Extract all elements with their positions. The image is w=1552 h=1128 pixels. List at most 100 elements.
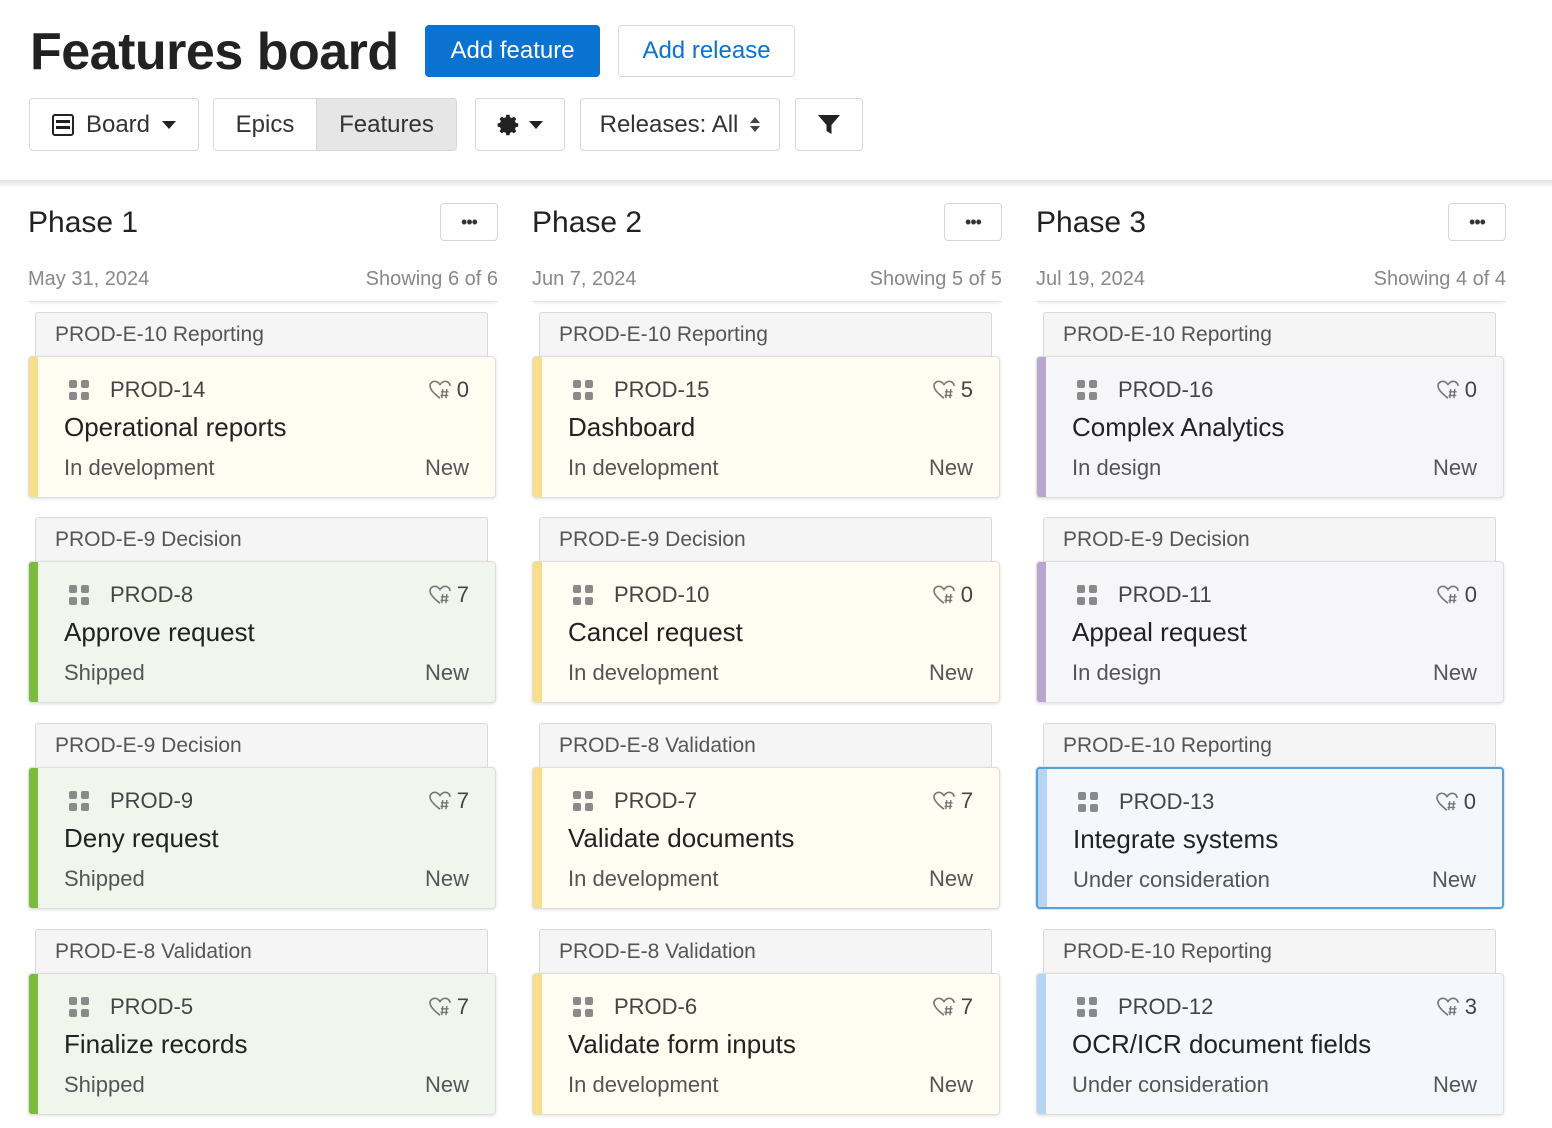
add-feature-button[interactable]: Add feature: [425, 25, 600, 77]
board-icon: [51, 113, 74, 136]
more-icon: •••: [1469, 211, 1486, 232]
feature-score[interactable]: 0: [1435, 789, 1476, 815]
feature-card[interactable]: PROD-5 7 Finalize records Shipped New: [28, 973, 496, 1115]
epic-label[interactable]: PROD-E-10 Reporting: [539, 312, 992, 358]
feature-status[interactable]: In development: [568, 1072, 718, 1098]
score-value: 7: [960, 994, 973, 1019]
feature-status[interactable]: Shipped: [64, 660, 145, 686]
feature-status[interactable]: In development: [64, 455, 214, 481]
column-menu-button[interactable]: •••: [1448, 203, 1506, 241]
filter-icon: [818, 114, 840, 134]
feature-score[interactable]: 7: [428, 994, 469, 1020]
epic-label[interactable]: PROD-E-10 Reporting: [1043, 723, 1496, 769]
feature-type-icon: [1077, 997, 1097, 1017]
feature-card[interactable]: PROD-9 7 Deny request Shipped New: [28, 767, 496, 909]
feature-id[interactable]: PROD-16: [1118, 377, 1213, 403]
feature-status[interactable]: In design: [1072, 660, 1161, 686]
epic-label[interactable]: PROD-E-10 Reporting: [35, 312, 488, 358]
column-phase-2: Phase 2 ••• Jun 7, 2024 Showing 5 of 5 PROD-…: [532, 190, 1002, 1115]
view-selector-button[interactable]: Board: [29, 98, 199, 151]
feature-score[interactable]: 0: [1436, 582, 1477, 608]
release-date: Jul 19, 2024: [1036, 268, 1145, 290]
epic-label[interactable]: PROD-E-10 Reporting: [1043, 312, 1496, 358]
feature-score[interactable]: 7: [932, 788, 973, 814]
feature-tag: New: [928, 455, 973, 480]
column-menu-button[interactable]: •••: [440, 203, 498, 241]
epic-label[interactable]: PROD-E-8 Validation: [539, 723, 992, 769]
feature-id[interactable]: PROD-15: [614, 377, 709, 403]
epic-label[interactable]: PROD-E-9 Decision: [539, 517, 992, 563]
column-title: Phase 1: [28, 206, 139, 239]
feature-name: OCR/ICR document fields: [1072, 1029, 1372, 1059]
feature-card[interactable]: PROD-12 3 OCR/ICR document fields Under con…: [1036, 973, 1504, 1115]
column-header: Phase 1 ••• May 31, 2024 Showing 6 of 6: [28, 190, 498, 302]
feature-card[interactable]: PROD-10 0 Cancel request In development New: [532, 561, 1000, 703]
feature-status[interactable]: Under consideration: [1072, 1072, 1269, 1098]
feature-status[interactable]: In development: [568, 866, 718, 892]
feature-card[interactable]: PROD-14 0 Operational reports In developmen…: [28, 356, 496, 498]
status-stripe: [1037, 974, 1046, 1114]
feature-status[interactable]: In design: [1072, 455, 1161, 481]
feature-type-icon: [69, 997, 89, 1017]
feature-id[interactable]: PROD-8: [110, 582, 193, 608]
chevron-down-icon: [529, 120, 543, 129]
feature-status[interactable]: Shipped: [64, 866, 145, 892]
score-value: 7: [456, 994, 469, 1019]
feature-card[interactable]: PROD-15 5 Dashboard In development New: [532, 356, 1000, 498]
feature-score[interactable]: 5: [932, 377, 973, 403]
feature-score[interactable]: 0: [428, 377, 469, 403]
feature-id[interactable]: PROD-7: [614, 788, 697, 814]
feature-card[interactable]: PROD-7 7 Validate documents In development N…: [532, 767, 1000, 909]
filter-button[interactable]: [795, 98, 863, 151]
feature-card[interactable]: PROD-16 0 Complex Analytics In design New: [1036, 356, 1504, 498]
settings-button[interactable]: [475, 98, 565, 151]
feature-card[interactable]: PROD-8 7 Approve request Shipped New: [28, 561, 496, 703]
feature-status[interactable]: In development: [568, 455, 718, 481]
segment-epics[interactable]: Epics: [214, 99, 317, 150]
status-stripe: [533, 562, 542, 702]
column-phase-3: Phase 3 ••• Jul 19, 2024 Showing 4 of 4 PROD…: [1036, 190, 1506, 1115]
feature-id[interactable]: PROD-11: [1118, 582, 1212, 608]
segment-features[interactable]: Features: [317, 99, 456, 150]
feature-id[interactable]: PROD-10: [614, 582, 709, 608]
epic-label[interactable]: PROD-E-10 Reporting: [1043, 929, 1496, 975]
feature-score[interactable]: 7: [932, 994, 973, 1020]
feature-tag: New: [1431, 867, 1476, 892]
feature-id[interactable]: PROD-5: [110, 994, 193, 1020]
score-value: 0: [1463, 789, 1476, 814]
feature-card[interactable]: PROD-6 7 Validate form inputs In developmen…: [532, 973, 1000, 1115]
feature-tag: New: [928, 660, 973, 685]
feature-status[interactable]: Shipped: [64, 1072, 145, 1098]
column-phase-1: Phase 1 ••• May 31, 2024 Showing 6 of 6 PROD…: [28, 190, 498, 1115]
feature-score[interactable]: 3: [1436, 994, 1477, 1020]
feature-card[interactable]: PROD-13 0 Integrate systems Under considera…: [1036, 767, 1504, 909]
releases-select-label: Releases: All: [599, 110, 739, 138]
epic-label[interactable]: PROD-E-8 Validation: [35, 929, 488, 975]
feature-id[interactable]: PROD-13: [1119, 789, 1214, 815]
feature-id[interactable]: PROD-9: [110, 788, 193, 814]
epic-label[interactable]: PROD-E-9 Decision: [1043, 517, 1496, 563]
add-release-button[interactable]: Add release: [618, 25, 795, 77]
feature-id[interactable]: PROD-6: [614, 994, 697, 1020]
showing-count: Showing 4 of 4: [1373, 268, 1506, 290]
column-menu-button[interactable]: •••: [944, 203, 1002, 241]
feature-id[interactable]: PROD-14: [110, 377, 205, 403]
release-date: Jun 7, 2024: [532, 268, 637, 290]
feature-score[interactable]: 7: [428, 582, 469, 608]
feature-score[interactable]: 7: [428, 788, 469, 814]
feature-name: Cancel request: [568, 617, 743, 647]
epic-label[interactable]: PROD-E-9 Decision: [35, 517, 488, 563]
epic-label[interactable]: PROD-E-9 Decision: [35, 723, 488, 769]
feature-score[interactable]: 0: [1436, 377, 1477, 403]
feature-score[interactable]: 0: [932, 582, 973, 608]
feature-status[interactable]: Under consideration: [1073, 867, 1270, 893]
feature-status[interactable]: In development: [568, 660, 718, 686]
view-selector-label: Board: [85, 110, 151, 138]
releases-select[interactable]: Releases: All: [580, 98, 780, 151]
feature-name: Complex Analytics: [1072, 412, 1285, 442]
type-segmented-control: Epics Features: [213, 98, 457, 151]
feature-card[interactable]: PROD-11 0 Appeal request In design New: [1036, 561, 1504, 703]
epic-label[interactable]: PROD-E-8 Validation: [539, 929, 992, 975]
heart-hash-icon: [1436, 380, 1459, 399]
feature-id[interactable]: PROD-12: [1118, 994, 1213, 1020]
